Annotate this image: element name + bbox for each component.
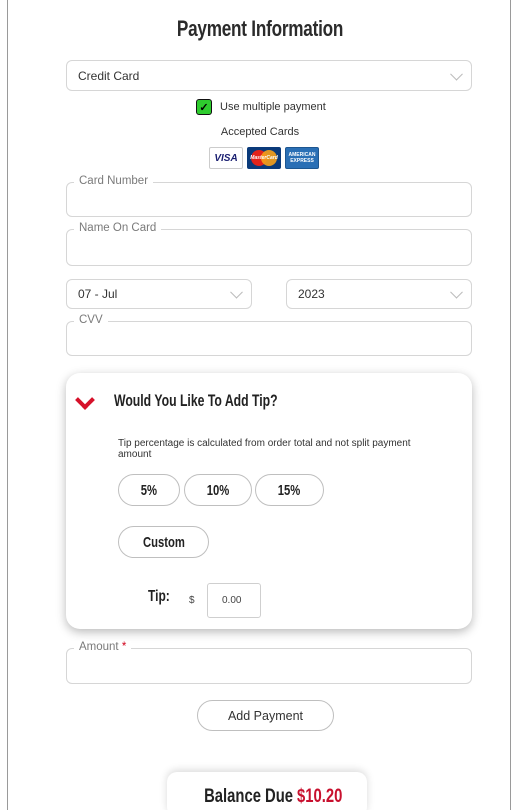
- tip-currency: $: [189, 595, 195, 606]
- tip-panel: Would You Like To Add Tip? Tip percentag…: [66, 373, 472, 629]
- cvv-field[interactable]: CVV: [66, 314, 472, 356]
- chevron-down-icon: [450, 285, 463, 299]
- multiple-payment-row: ✓ Use multiple payment: [196, 99, 326, 115]
- required-marker: *: [121, 641, 127, 653]
- mastercard-logo: MasterCard: [247, 147, 281, 169]
- chevron-down-icon: [230, 285, 243, 299]
- expiry-year-value: 2023: [298, 287, 325, 301]
- multiple-payment-label: Use multiple payment: [220, 101, 326, 113]
- tip-option-10[interactable]: 10%: [184, 474, 252, 506]
- tip-option-5[interactable]: 5%: [118, 474, 180, 506]
- balance-due-badge: Balance Due $10.20: [167, 772, 367, 810]
- payment-method-value: Credit Card: [78, 68, 140, 83]
- multiple-payment-checkbox[interactable]: ✓: [196, 99, 212, 115]
- check-icon: ✓: [199, 101, 209, 114]
- expiry-month-value: 07 - Jul: [78, 287, 118, 301]
- balance-due-amount: $10.20: [296, 786, 343, 807]
- accepted-cards-label: Accepted Cards: [220, 126, 300, 138]
- visa-logo: VISA: [209, 147, 243, 169]
- payment-panel: Payment Information Credit Card ✓ Use mu…: [7, 0, 511, 810]
- cvv-label: CVV: [74, 314, 108, 326]
- amount-label: Amount *: [74, 641, 132, 653]
- tip-custom-button[interactable]: Custom: [118, 526, 209, 558]
- expiry-year-select[interactable]: 2023: [286, 279, 472, 309]
- card-number-label: Card Number: [74, 175, 154, 187]
- tip-heading[interactable]: Would You Like To Add Tip?: [114, 391, 278, 411]
- page-title: Payment Information: [176, 16, 344, 41]
- chevron-down-icon: [450, 67, 463, 81]
- amount-field[interactable]: Amount *: [66, 641, 472, 684]
- accepted-cards-logos: VISA MasterCard AMERICAN EXPRESS: [209, 147, 319, 169]
- balance-due-label: Balance Due: [203, 786, 293, 807]
- tip-label: Tip:: [148, 588, 170, 605]
- name-on-card-field[interactable]: Name On Card: [66, 222, 472, 266]
- name-on-card-label: Name On Card: [74, 222, 162, 234]
- payment-method-select[interactable]: Credit Card: [66, 60, 472, 91]
- chevron-down-icon[interactable]: [75, 390, 95, 410]
- amex-logo: AMERICAN EXPRESS: [285, 147, 319, 169]
- tip-input[interactable]: 0.00: [207, 583, 261, 618]
- add-payment-button[interactable]: Add Payment: [197, 700, 334, 731]
- tip-description: Tip percentage is calculated from order …: [118, 438, 411, 460]
- card-number-field[interactable]: Card Number: [66, 175, 472, 217]
- expiry-month-select[interactable]: 07 - Jul: [66, 279, 252, 309]
- tip-option-15[interactable]: 15%: [255, 474, 324, 506]
